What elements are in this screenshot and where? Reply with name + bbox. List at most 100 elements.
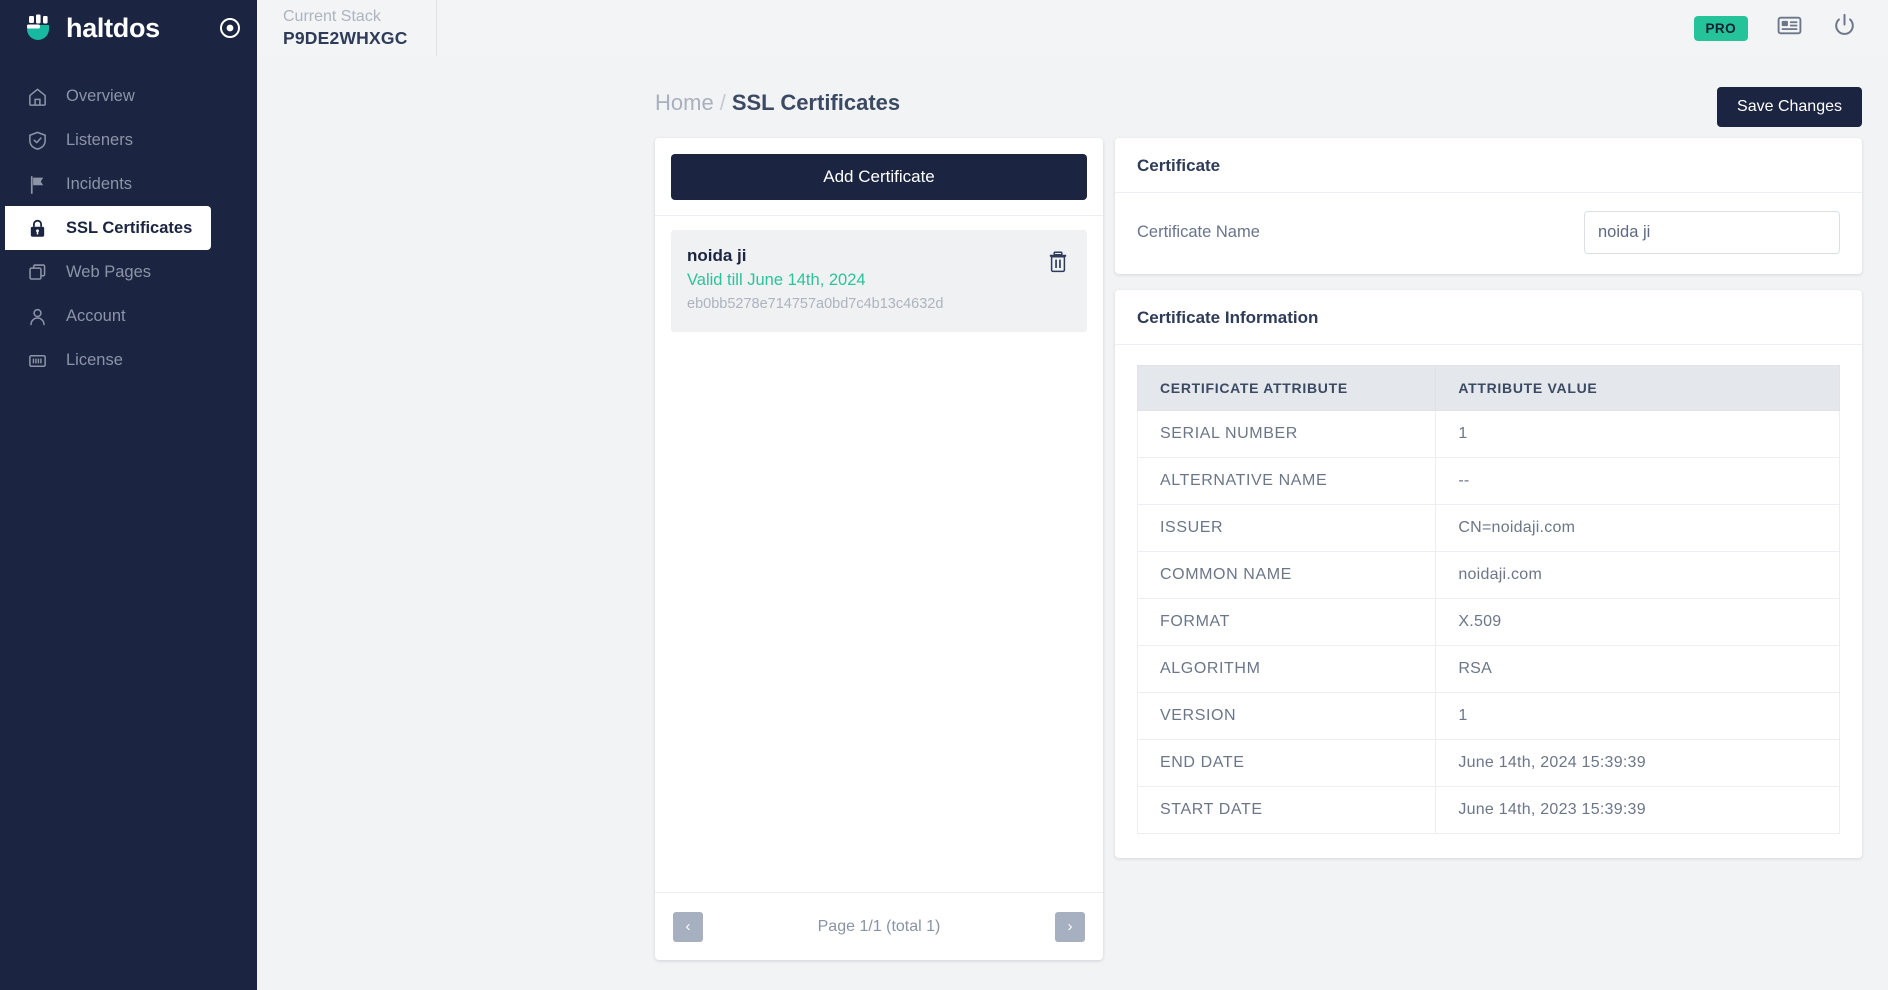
- certificate-panel-body: Certificate Name: [1115, 193, 1862, 274]
- table-row: SERIAL NUMBER 1: [1136, 410, 1840, 458]
- certificate-attributes-table: CERTIFICATE ATTRIBUTE ATTRIBUTE VALUE SE…: [1136, 365, 1840, 834]
- cell-value: RSA: [1435, 645, 1840, 693]
- certificate-name-label: Certificate Name: [1137, 223, 1260, 241]
- current-stack-value: P9DE2WHXGC: [283, 28, 408, 48]
- certificate-panel-title: Certificate: [1115, 138, 1862, 193]
- sidebar-item-incidents[interactable]: Incidents: [0, 162, 257, 206]
- sidebar-item-label: Incidents: [66, 174, 133, 193]
- windows-icon: [27, 262, 48, 283]
- cell-value: --: [1435, 457, 1840, 505]
- certificate-information-table-wrap: CERTIFICATE ATTRIBUTE ATTRIBUTE VALUE SE…: [1115, 345, 1862, 858]
- haltdos-logo-icon: [22, 11, 56, 45]
- sidebar-item-label: SSL Certificates: [66, 218, 193, 237]
- brand-name: haltdos: [66, 12, 160, 43]
- sidebar: haltdos Overview Listeners Incidents SSL…: [0, 0, 257, 990]
- table-row: ISSUER CN=noidaji.com: [1136, 504, 1840, 552]
- cell-attribute: END DATE: [1136, 739, 1437, 787]
- certificate-panel: Certificate Certificate Name: [1115, 138, 1862, 274]
- table-row: ALGORITHM RSA: [1136, 645, 1840, 693]
- sidebar-item-label: Overview: [66, 86, 135, 105]
- breadcrumb-home[interactable]: Home: [655, 90, 714, 115]
- topbar: Current Stack P9DE2WHXGC PRO: [257, 0, 1888, 56]
- certificate-hash: eb0bb5278e714757a0bd7c4b13c4632d: [687, 296, 944, 312]
- cell-value: noidaji.com: [1435, 551, 1840, 599]
- brand: haltdos: [0, 0, 257, 56]
- sidebar-item-overview[interactable]: Overview: [0, 74, 257, 118]
- certificate-details: Save Changes Certificate Certificate Nam…: [1115, 87, 1862, 960]
- pagination-next-button[interactable]: ›: [1055, 911, 1085, 942]
- table-row: COMMON NAME noidaji.com: [1136, 551, 1840, 599]
- topbar-divider: [435, 0, 437, 56]
- certificates-card: Add Certificate noida ji Valid till June…: [655, 138, 1103, 960]
- certificate-information-title: Certificate Information: [1115, 290, 1862, 345]
- add-certificate-button[interactable]: Add Certificate: [671, 154, 1087, 200]
- sidebar-item-label: License: [66, 350, 123, 369]
- cell-attribute: ISSUER: [1136, 504, 1437, 552]
- cell-attribute: ALGORITHM: [1136, 645, 1437, 693]
- certificate-name-row: Certificate Name: [1137, 211, 1840, 254]
- sidebar-item-license[interactable]: License: [0, 338, 257, 382]
- cell-value: 1: [1435, 410, 1840, 458]
- cell-value: X.509: [1435, 598, 1840, 646]
- cell-value: June 14th, 2024 15:39:39: [1435, 739, 1840, 787]
- sidebar-item-account[interactable]: Account: [0, 294, 257, 338]
- column-header-attribute: CERTIFICATE ATTRIBUTE: [1136, 365, 1437, 411]
- sidebar-item-label: Listeners: [66, 130, 133, 149]
- pagination-status: Page 1/1 (total 1): [817, 917, 941, 935]
- table-row: FORMAT X.509: [1136, 598, 1840, 646]
- breadcrumb: Home / SSL Certificates: [655, 90, 1862, 116]
- power-icon[interactable]: [1831, 12, 1858, 44]
- content-columns: Add Certificate noida ji Valid till June…: [283, 87, 1862, 960]
- pagination: ‹ Page 1/1 (total 1) ›: [655, 892, 1103, 960]
- table-header-row: CERTIFICATE ATTRIBUTE ATTRIBUTE VALUE: [1136, 365, 1840, 411]
- pro-badge: PRO: [1693, 15, 1748, 41]
- cell-attribute: VERSION: [1136, 692, 1437, 740]
- flag-icon: [27, 174, 48, 195]
- certificate-summary: noida ji Valid till June 14th, 2024 eb0b…: [687, 244, 1047, 316]
- current-stack-label: Current Stack: [283, 8, 381, 25]
- cell-attribute: COMMON NAME: [1136, 551, 1437, 599]
- table-row: VERSION 1: [1136, 692, 1840, 740]
- person-icon: [27, 306, 48, 327]
- trash-icon: [1047, 251, 1069, 276]
- sidebar-nav: Overview Listeners Incidents SSL Certifi…: [0, 74, 257, 382]
- target-icon[interactable]: [217, 15, 243, 41]
- save-changes-button[interactable]: Save Changes: [1717, 87, 1862, 127]
- delete-certificate-button[interactable]: [1047, 244, 1071, 276]
- certificate-name: noida ji: [687, 246, 747, 265]
- main-area: Current Stack P9DE2WHXGC PRO Home / SSL Ce…: [257, 0, 1888, 990]
- id-card-icon: [27, 350, 48, 371]
- cell-attribute: ALTERNATIVE NAME: [1136, 457, 1437, 505]
- table-row: ALTERNATIVE NAME --: [1136, 457, 1840, 505]
- certificate-validity: Valid till June 14th, 2024: [687, 271, 866, 289]
- cell-value: 1: [1435, 692, 1840, 740]
- cell-value: June 14th, 2023 15:39:39: [1435, 786, 1840, 834]
- pagination-prev-button[interactable]: ‹: [673, 911, 703, 942]
- sidebar-item-label: Account: [66, 306, 126, 325]
- page-content: Home / SSL Certificates Add Certificate no…: [257, 56, 1888, 990]
- sidebar-item-ssl-certificates[interactable]: SSL Certificates: [0, 206, 211, 250]
- sidebar-item-listeners[interactable]: Listeners: [0, 118, 257, 162]
- certificates-list: noida ji Valid till June 14th, 2024 eb0b…: [655, 216, 1103, 892]
- breadcrumb-separator: /: [719, 90, 726, 115]
- table-row: END DATE June 14th, 2024 15:39:39: [1136, 739, 1840, 787]
- column-header-value: ATTRIBUTE VALUE: [1435, 365, 1840, 411]
- id-card-icon[interactable]: [1776, 12, 1803, 44]
- cell-attribute: START DATE: [1136, 786, 1437, 834]
- certificates-card-header: Add Certificate: [655, 138, 1103, 216]
- topbar-actions: PRO: [1693, 12, 1866, 44]
- cell-attribute: FORMAT: [1136, 598, 1437, 646]
- certificate-name-input[interactable]: [1584, 211, 1840, 254]
- app-root: haltdos Overview Listeners Incidents SSL…: [0, 0, 1888, 990]
- list-item[interactable]: noida ji Valid till June 14th, 2024 eb0b…: [671, 230, 1087, 332]
- current-stack: Current Stack P9DE2WHXGC: [283, 7, 436, 49]
- cell-attribute: SERIAL NUMBER: [1136, 410, 1437, 458]
- lock-icon: [27, 218, 48, 239]
- breadcrumb-current: SSL Certificates: [731, 90, 901, 115]
- certificate-information-panel: Certificate Information CERTIFICATE ATTR…: [1115, 290, 1862, 858]
- table-body: SERIAL NUMBER 1 ALTERNATIVE NAME -- ISSU…: [1136, 410, 1840, 834]
- table-row: START DATE June 14th, 2023 15:39:39: [1136, 786, 1840, 834]
- sidebar-item-label: Web Pages: [66, 262, 151, 281]
- cell-value: CN=noidaji.com: [1435, 504, 1840, 552]
- sidebar-item-web-pages[interactable]: Web Pages: [0, 250, 257, 294]
